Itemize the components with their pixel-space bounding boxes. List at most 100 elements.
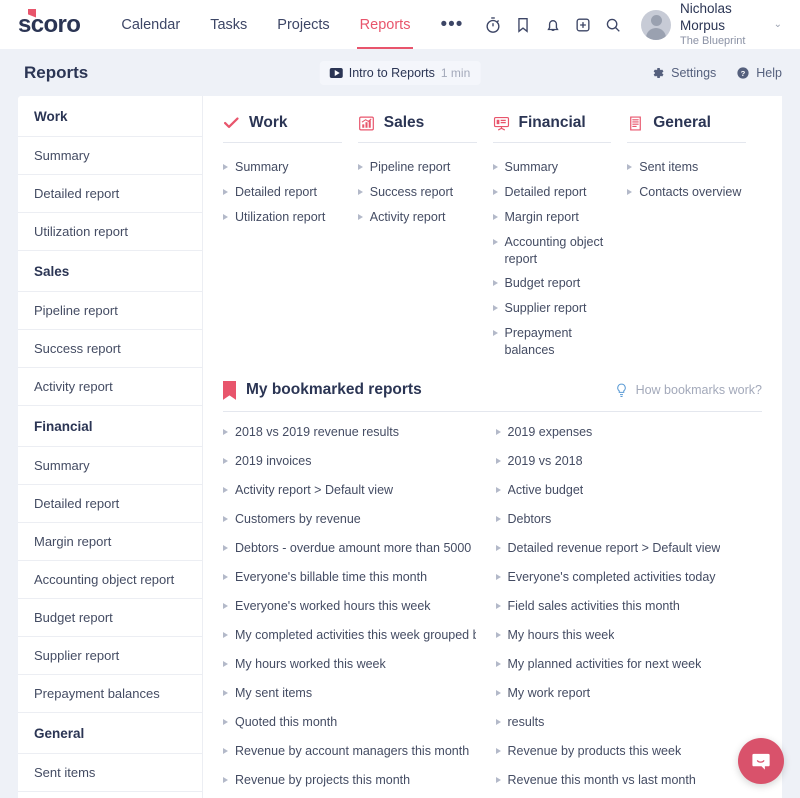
- category-link-prepayment-balances[interactable]: Prepayment balances: [492, 321, 612, 363]
- sidebar-item-detailed-report[interactable]: Detailed report: [18, 175, 202, 213]
- bookmark-item[interactable]: 2018 vs 2019 revenue results: [223, 418, 476, 447]
- category-link-detailed-report[interactable]: Detailed report: [223, 180, 342, 205]
- triangle-right-icon: [495, 690, 501, 697]
- help-button[interactable]: ? Help: [736, 66, 782, 80]
- bookmark-item[interactable]: Active budget: [495, 476, 749, 505]
- triangle-right-icon: [357, 188, 363, 195]
- category-link-budget-report[interactable]: Budget report: [492, 271, 612, 296]
- sidebar-item-utilization-report[interactable]: Utilization report: [18, 213, 202, 251]
- bookmark-item[interactable]: Quoted this month: [223, 708, 476, 737]
- bookmark-item[interactable]: Revenue this month vs last month: [495, 766, 749, 795]
- triangle-right-icon: [223, 690, 228, 697]
- sidebar-section-work: Work: [18, 96, 202, 137]
- nav-more-button[interactable]: •••: [425, 0, 478, 49]
- bookmark-icon[interactable]: [508, 9, 537, 41]
- sidebar-item-budget-report[interactable]: Budget report: [18, 599, 202, 637]
- bookmark-item[interactable]: results: [495, 708, 749, 737]
- bookmark-item-label: Revenue by projects this month: [235, 773, 411, 788]
- category-link-margin-report[interactable]: Margin report: [492, 205, 612, 230]
- settings-button[interactable]: Settings: [651, 66, 716, 80]
- sidebar-item-pipeline-report[interactable]: Pipeline report: [18, 292, 202, 330]
- user-menu[interactable]: Nicholas Morpus The Blueprint ⌄: [641, 1, 782, 49]
- bookmark-item[interactable]: My work report: [495, 679, 749, 708]
- category-link-detailed-report[interactable]: Detailed report: [492, 180, 612, 205]
- bookmark-item[interactable]: 2019 expenses: [495, 418, 749, 447]
- user-name: Nicholas Morpus: [680, 0, 732, 33]
- nav-item-reports[interactable]: Reports: [345, 0, 426, 49]
- triangle-right-icon: [357, 213, 363, 220]
- sidebar-item-summary[interactable]: Summary: [18, 137, 202, 175]
- sidebar-item-supplier-report[interactable]: Supplier report: [18, 637, 202, 675]
- bookmark-item-label: Revenue by products this week: [507, 744, 682, 759]
- sidebar-item-summary[interactable]: Summary: [18, 447, 202, 485]
- bookmark-item[interactable]: Everyone's billable time this month: [223, 563, 476, 592]
- category-link-activity-report[interactable]: Activity report: [357, 205, 477, 230]
- category-link-summary[interactable]: Summary: [223, 155, 342, 180]
- report-category-sales: Sales Pipeline report Success report Activi…: [357, 114, 493, 363]
- nav-item-calendar[interactable]: Calendar: [106, 0, 195, 49]
- sidebar-item-margin-report[interactable]: Margin report: [18, 523, 202, 561]
- bookmark-item[interactable]: 2019 invoices: [223, 447, 476, 476]
- timer-icon[interactable]: [478, 9, 507, 41]
- category-link-accounting-object-report[interactable]: Accounting object report: [492, 230, 612, 272]
- bookmark-item[interactable]: Revenue by account managers this month: [223, 737, 476, 766]
- sidebar-item-contacts-overview[interactable]: Contacts overview: [18, 792, 202, 798]
- bookmark-item-label: Revenue this month vs last month: [507, 773, 696, 788]
- sidebar-item-sent-items[interactable]: Sent items: [18, 754, 202, 792]
- bookmark-item-label: Debtors - overdue amount more than 5000: [235, 541, 472, 556]
- intercom-chat-button[interactable]: [738, 738, 784, 784]
- scoro-logo[interactable]: scoro: [18, 8, 81, 38]
- bookmark-item[interactable]: Customers by revenue: [223, 505, 476, 534]
- category-link-label: Pipeline report: [369, 160, 451, 174]
- category-link-summary[interactable]: Summary: [492, 155, 612, 180]
- sidebar-section-sales: Sales: [18, 251, 202, 292]
- play-icon: [329, 67, 343, 78]
- sidebar-item-detailed-report[interactable]: Detailed report: [18, 485, 202, 523]
- bookmark-item[interactable]: My hours worked this week: [223, 650, 476, 679]
- sidebar-item-success-report[interactable]: Success report: [18, 330, 202, 368]
- intro-video-pill[interactable]: Intro to Reports 1 min: [319, 60, 481, 85]
- bookmark-item[interactable]: My sent items: [223, 679, 476, 708]
- bookmark-item[interactable]: My planned activities for next week: [495, 650, 749, 679]
- triangle-right-icon: [492, 305, 498, 312]
- category-link-label: Success report: [369, 184, 454, 199]
- bookmark-item[interactable]: Everyone's worked hours this week: [223, 592, 476, 621]
- category-link-contacts-overview[interactable]: Contacts overview: [627, 180, 746, 205]
- add-icon[interactable]: [568, 9, 597, 41]
- sidebar-item-prepayment-balances[interactable]: Prepayment balances: [18, 675, 202, 713]
- bookmark-item[interactable]: Revenue by projects this month: [223, 766, 476, 795]
- bookmark-item[interactable]: Debtors - overdue amount more than 5000: [223, 534, 476, 563]
- how-bookmarks-work-link[interactable]: How bookmarks work?: [614, 382, 762, 399]
- category-link-utilization-report[interactable]: Utilization report: [223, 205, 342, 230]
- logo-text: scoro: [18, 10, 81, 38]
- triangle-right-icon: [492, 213, 498, 220]
- intro-label: Intro to Reports: [348, 65, 435, 80]
- bookmark-item-label: 2019 vs 2018: [507, 454, 583, 469]
- triangle-right-icon: [495, 748, 501, 755]
- bookmark-item-label: Active budget: [507, 483, 584, 498]
- search-icon[interactable]: [598, 9, 627, 41]
- category-link-supplier-report[interactable]: Supplier report: [492, 296, 612, 321]
- category-header-work: Work: [223, 114, 342, 143]
- bookmark-item[interactable]: Field sales activities this month: [495, 592, 749, 621]
- triangle-right-icon: [223, 164, 228, 170]
- category-link-success-report[interactable]: Success report: [357, 180, 477, 205]
- bookmark-item[interactable]: Revenue by products this week: [495, 737, 749, 766]
- category-link-pipeline-report[interactable]: Pipeline report: [357, 155, 477, 180]
- nav-item-tasks[interactable]: Tasks: [195, 0, 262, 49]
- bookmark-item[interactable]: Activity report > Default view: [223, 476, 476, 505]
- bookmark-item[interactable]: Debtors: [495, 505, 749, 534]
- bell-icon[interactable]: [538, 9, 567, 41]
- sidebar-item-accounting-object-report[interactable]: Accounting object report: [18, 561, 202, 599]
- presentation-icon: [493, 116, 509, 130]
- chevron-down-icon[interactable]: ⌄: [774, 19, 782, 30]
- bookmark-item[interactable]: My completed activities this week groupe…: [223, 621, 476, 650]
- bookmark-item[interactable]: Detailed revenue report > Default view: [495, 534, 749, 563]
- nav-item-projects[interactable]: Projects: [262, 0, 344, 49]
- sidebar-item-activity-report[interactable]: Activity report: [18, 368, 202, 406]
- bookmark-item[interactable]: My hours this week: [495, 621, 749, 650]
- category-link-sent-items[interactable]: Sent items: [627, 155, 746, 180]
- bookmark-item[interactable]: 2019 vs 2018: [495, 447, 749, 476]
- bookmark-item[interactable]: Everyone's completed activities today: [495, 563, 749, 592]
- bookmark-column-left: 2018 vs 2019 revenue results 2019 invoice…: [223, 418, 490, 798]
